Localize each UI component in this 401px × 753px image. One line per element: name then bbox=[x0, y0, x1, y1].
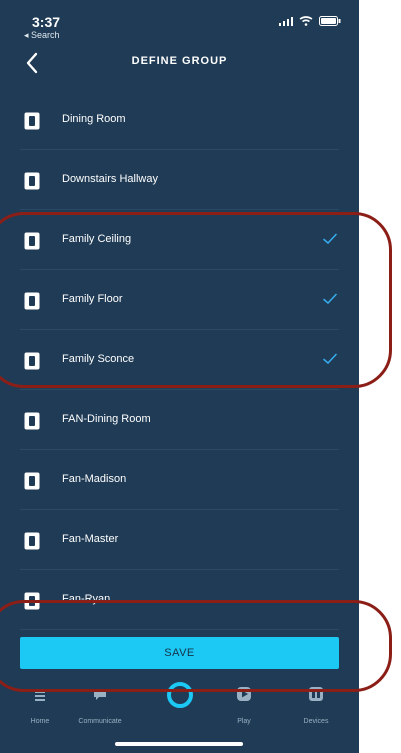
device-label: Fan-Madison bbox=[62, 473, 127, 485]
device-row[interactable]: Downstairs Hallway bbox=[0, 150, 359, 210]
status-bar: 3:37 ◂ Search bbox=[0, 0, 359, 46]
device-label: Fan-Master bbox=[62, 533, 119, 545]
device-row[interactable]: Fan-Master bbox=[0, 510, 359, 570]
switch-icon bbox=[24, 532, 40, 550]
device-row[interactable]: Fan-Madison bbox=[0, 450, 359, 510]
switch-icon bbox=[24, 472, 40, 490]
status-time: 3:37 bbox=[32, 14, 61, 30]
switch-icon bbox=[24, 412, 40, 430]
annotation-outline-save bbox=[0, 600, 392, 692]
battery-icon bbox=[319, 16, 341, 26]
device-row[interactable]: FAN-Dining Room bbox=[0, 390, 359, 450]
annotation-outline-selected bbox=[0, 212, 392, 388]
device-label: Downstairs Hallway bbox=[62, 173, 158, 185]
tab-label: Devices bbox=[303, 718, 329, 725]
switch-icon bbox=[24, 172, 40, 190]
tab-label: Communicate bbox=[78, 718, 122, 725]
tab-label: Home bbox=[30, 718, 50, 725]
device-row[interactable]: Dining Room bbox=[0, 90, 359, 150]
tab-label: Play bbox=[237, 718, 251, 725]
device-label: FAN-Dining Room bbox=[62, 413, 151, 425]
nav-header: DEFINE GROUP bbox=[0, 46, 359, 90]
device-label: Dining Room bbox=[62, 113, 126, 125]
wifi-icon bbox=[299, 16, 313, 26]
switch-icon bbox=[24, 112, 40, 130]
home-indicator bbox=[115, 742, 243, 746]
back-to-search-link[interactable]: ◂ Search bbox=[24, 30, 60, 41]
page-title: DEFINE GROUP bbox=[131, 55, 228, 67]
status-icons bbox=[279, 16, 341, 26]
signal-icon bbox=[279, 17, 293, 26]
